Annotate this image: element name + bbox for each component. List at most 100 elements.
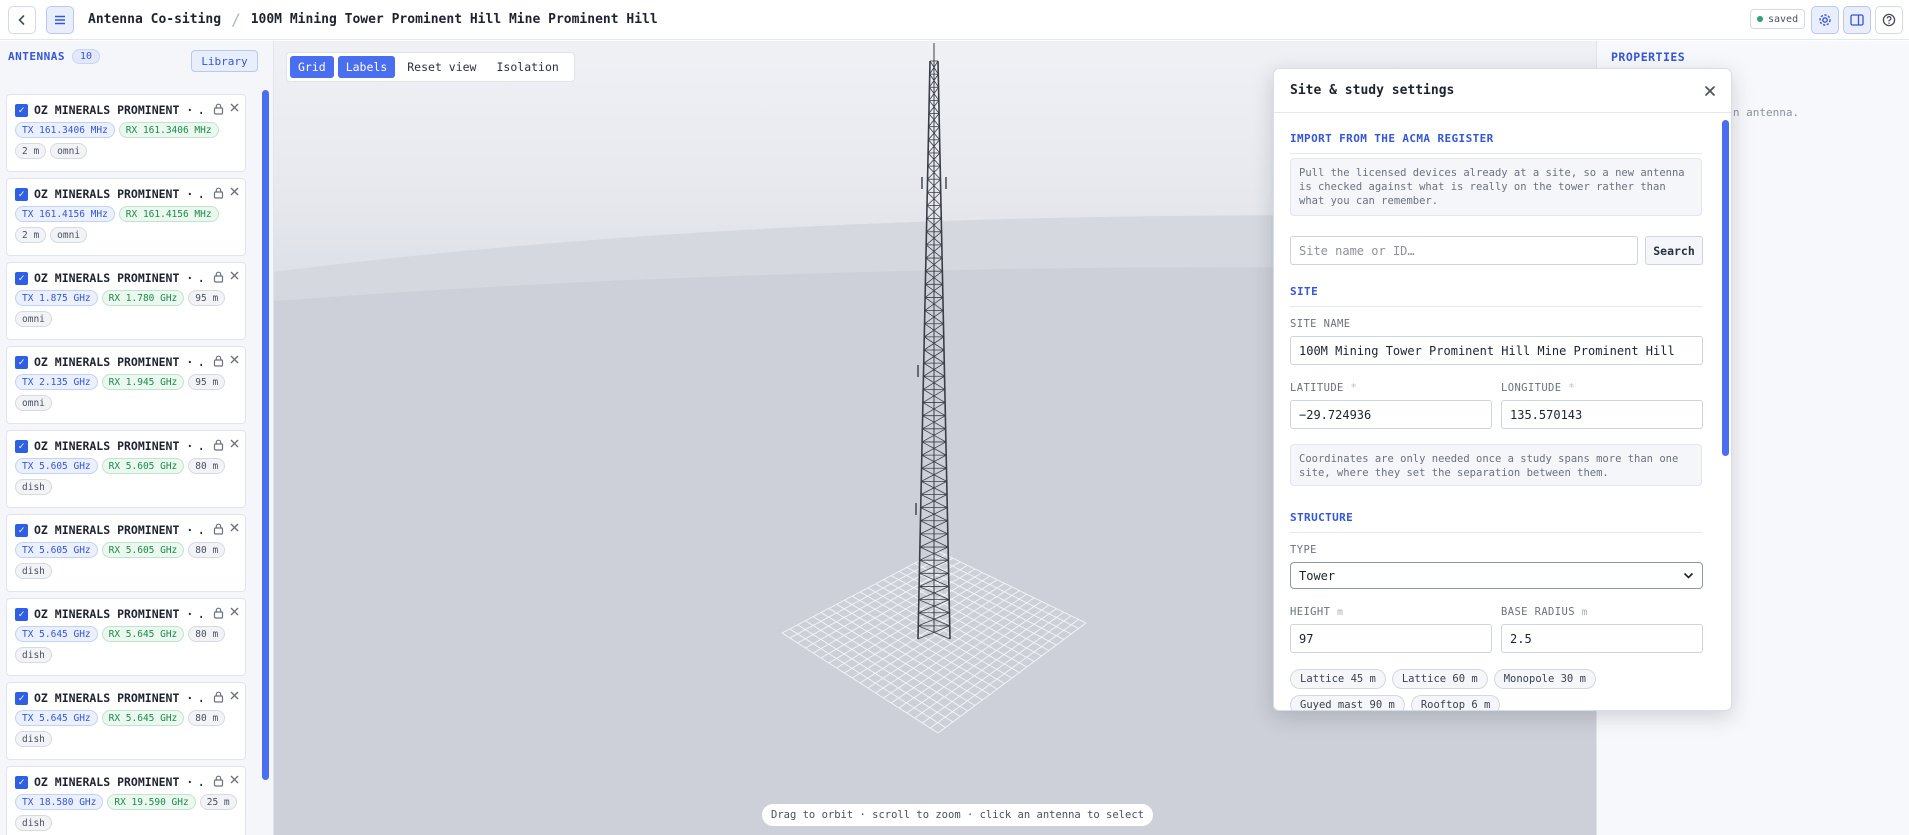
lock-icon[interactable] (213, 523, 224, 538)
remove-antenna-button[interactable] (230, 185, 239, 200)
remove-antenna-button[interactable] (230, 605, 239, 620)
antenna-tag-rx: RX 161.4156 MHz (118, 206, 219, 222)
dialog-close-button[interactable] (1704, 82, 1716, 101)
antenna-tag-tx: TX 2.135 GHz (15, 374, 98, 390)
saved-label: saved (1768, 13, 1799, 25)
antenna-visible-checkbox[interactable]: ✓ (15, 103, 28, 117)
antenna-visible-checkbox[interactable]: ✓ (15, 187, 28, 201)
antennas-panel: ANTENNAS 10 Library ✓ OZ MINERALS PROMIN… (0, 41, 274, 835)
remove-antenna-button[interactable] (230, 773, 239, 788)
antenna-name: OZ MINERALS PROMINENT · … (34, 439, 202, 453)
antenna-tag-g: 95 m (188, 374, 226, 390)
remove-antenna-button[interactable] (230, 353, 239, 368)
antenna-card[interactable]: ✓ OZ MINERALS PROMINENT · … TX 5.605 GHz… (6, 430, 246, 508)
structure-preset-chip[interactable]: Guyed mast 90 m (1290, 695, 1405, 710)
antenna-tags: TX 18.580 GHz RX 19.590 GHz 25 m dish (15, 794, 241, 835)
antenna-card[interactable]: ✓ OZ MINERALS PROMINENT · … TX 1.875 GHz… (6, 262, 246, 340)
lock-icon[interactable] (213, 187, 224, 202)
back-button[interactable] (8, 5, 36, 34)
antenna-tag-g: omni (15, 311, 52, 327)
longitude-field[interactable]: 135.570143 (1501, 400, 1703, 429)
antenna-card-header: ✓ OZ MINERALS PROMINENT · … (15, 354, 238, 370)
lock-icon[interactable] (213, 691, 224, 706)
remove-antenna-button[interactable] (230, 101, 239, 116)
antenna-visible-checkbox[interactable]: ✓ (15, 691, 28, 705)
antenna-card[interactable]: ✓ OZ MINERALS PROMINENT · … TX 161.4156 … (6, 178, 246, 256)
lock-icon[interactable] (213, 775, 224, 790)
lock-icon[interactable] (213, 439, 224, 454)
library-button[interactable]: Library (191, 50, 258, 72)
antenna-tag-rx: RX 5.645 GHz (101, 626, 185, 642)
remove-antenna-button[interactable] (230, 437, 239, 452)
reset-view-button[interactable]: Reset view (399, 56, 484, 78)
antenna-visible-checkbox[interactable]: ✓ (15, 271, 28, 285)
antenna-tag-tx: TX 18.580 GHz (15, 794, 104, 810)
saved-dot-icon (1757, 16, 1763, 22)
site-search-input[interactable]: Site name or ID… (1290, 236, 1638, 265)
structure-preset-chip[interactable]: Monopole 30 m (1493, 669, 1596, 689)
antenna-tag-tx: TX 1.875 GHz (15, 290, 98, 306)
site-name-field[interactable]: 100M Mining Tower Prominent Hill Mine Pr… (1290, 336, 1703, 365)
antenna-tag-g: dish (15, 479, 52, 495)
antenna-visible-checkbox[interactable]: ✓ (15, 607, 28, 621)
lock-icon[interactable] (213, 355, 224, 370)
antenna-card[interactable]: ✓ OZ MINERALS PROMINENT · … TX 18.580 GH… (6, 766, 246, 835)
close-icon (230, 103, 239, 112)
antenna-card[interactable]: ✓ OZ MINERALS PROMINENT · … TX 161.3406 … (6, 94, 246, 172)
labels-toggle-button[interactable]: Labels (337, 56, 396, 78)
antenna-visible-checkbox[interactable]: ✓ (15, 439, 28, 453)
antenna-visible-checkbox[interactable]: ✓ (15, 775, 28, 789)
remove-antenna-button[interactable] (230, 689, 239, 704)
antenna-card-header: ✓ OZ MINERALS PROMINENT · … (15, 270, 238, 286)
close-icon (230, 775, 239, 784)
latitude-field[interactable]: −29.724936 (1290, 400, 1492, 429)
antenna-card[interactable]: ✓ OZ MINERALS PROMINENT · … TX 5.645 GHz… (6, 598, 246, 676)
antenna-list-scrollbar[interactable] (262, 90, 269, 780)
panel-toggle-button[interactable] (1843, 6, 1871, 34)
remove-antenna-button[interactable] (230, 521, 239, 536)
antenna-card[interactable]: ✓ OZ MINERALS PROMINENT · … TX 5.645 GHz… (6, 682, 246, 760)
isolation-button[interactable]: Isolation (489, 56, 567, 78)
lock-icon[interactable] (213, 103, 224, 118)
settings-button[interactable] (1811, 6, 1839, 34)
antenna-visible-checkbox[interactable]: ✓ (15, 523, 28, 537)
menu-button[interactable] (46, 5, 74, 34)
dialog-body: IMPORT FROM THE ACMA REGISTER Pull the l… (1274, 114, 1731, 710)
close-icon (230, 439, 239, 448)
antenna-tag-g: 80 m (188, 710, 226, 726)
grid-toggle-button[interactable]: Grid (290, 56, 334, 78)
height-field[interactable]: 97 (1290, 624, 1492, 653)
structure-preset-chip[interactable]: Lattice 45 m (1290, 669, 1386, 689)
dialog-scrollbar[interactable] (1722, 120, 1729, 456)
antenna-tags: TX 2.135 GHz RX 1.945 GHz 95 m omni (15, 374, 241, 416)
antenna-name: OZ MINERALS PROMINENT · … (34, 271, 202, 285)
structure-type-select[interactable]: Tower (1290, 562, 1703, 589)
lock-icon[interactable] (213, 607, 224, 622)
saved-status-badge: saved (1750, 9, 1806, 29)
help-button[interactable] (1875, 6, 1903, 34)
import-section-title: IMPORT FROM THE ACMA REGISTER (1290, 132, 1702, 154)
structure-preset-chip[interactable]: Lattice 60 m (1391, 669, 1488, 689)
antennas-count-badge: 10 (71, 49, 101, 64)
site-search-button[interactable]: Search (1645, 236, 1703, 265)
remove-antenna-button[interactable] (230, 269, 239, 284)
structure-preset-chip[interactable]: Rooftop 6 m (1410, 695, 1501, 710)
close-icon (1705, 86, 1715, 96)
dialog-title: Site & study settings (1290, 83, 1455, 98)
antenna-card[interactable]: ✓ OZ MINERALS PROMINENT · … TX 5.605 GHz… (6, 514, 246, 592)
antenna-visible-checkbox[interactable]: ✓ (15, 355, 28, 369)
base-radius-field[interactable]: 2.5 (1501, 624, 1703, 653)
antenna-card-header: ✓ OZ MINERALS PROMINENT · … (15, 690, 238, 706)
height-label-text: HEIGHT (1290, 606, 1331, 618)
antenna-name: OZ MINERALS PROMINENT · … (34, 103, 202, 117)
dialog-header: Site & study settings (1274, 69, 1731, 113)
antenna-tag-g: omni (15, 395, 52, 411)
lock-icon[interactable] (213, 271, 224, 286)
antenna-card-header: ✓ OZ MINERALS PROMINENT · … (15, 606, 238, 622)
document-title[interactable]: 100M Mining Tower Prominent Hill Mine Pr… (251, 12, 658, 27)
latitude-label-text: LATITUDE (1290, 382, 1344, 394)
antenna-tag-rx: RX 1.945 GHz (101, 374, 185, 390)
antenna-tag-g: 80 m (188, 458, 226, 474)
antenna-card-header: ✓ OZ MINERALS PROMINENT · … (15, 438, 238, 454)
antenna-card[interactable]: ✓ OZ MINERALS PROMINENT · … TX 2.135 GHz… (6, 346, 246, 424)
